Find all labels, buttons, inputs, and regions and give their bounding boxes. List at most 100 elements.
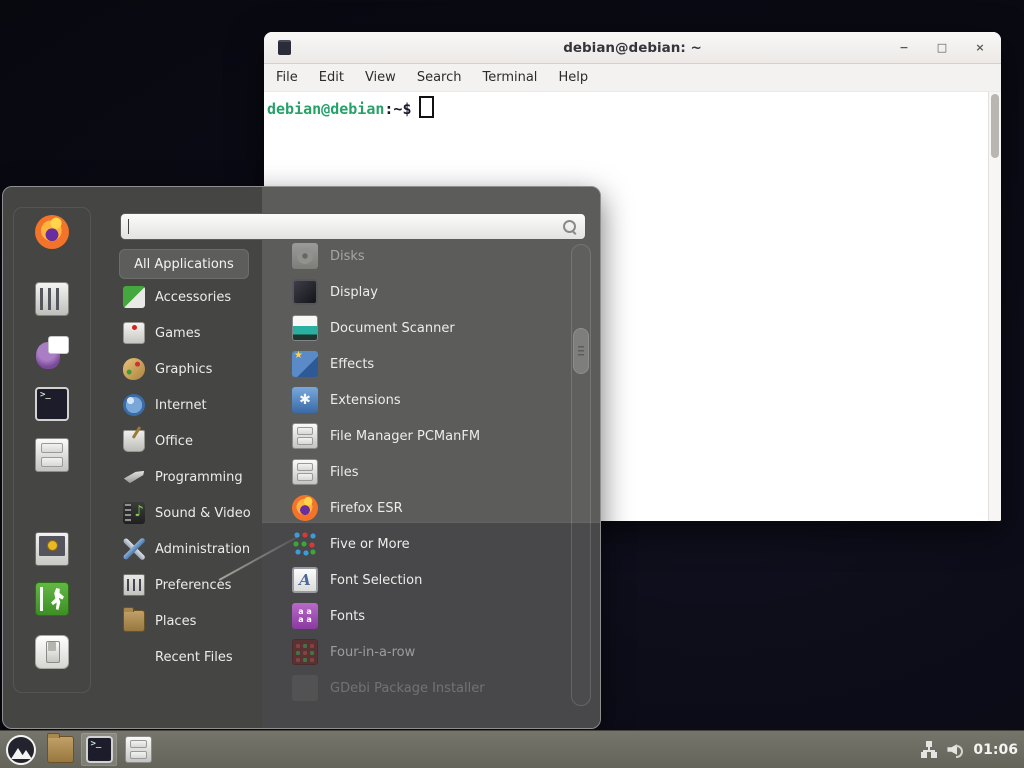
terminal-menu-edit[interactable]: Edit: [319, 70, 344, 85]
terminal-cursor: [419, 96, 434, 118]
app-font-selection[interactable]: Font Selection: [292, 562, 568, 598]
favorite-control-center[interactable]: [14, 282, 90, 316]
taskbar-files-launcher[interactable]: [120, 733, 156, 766]
favorite-files[interactable]: [14, 438, 90, 472]
disks-icon: [292, 243, 318, 269]
maximize-button[interactable]: □: [935, 41, 949, 55]
terminal-menu-help[interactable]: Help: [558, 70, 588, 85]
terminal-menu-view[interactable]: View: [365, 70, 396, 85]
window-buttons: − □ ×: [897, 32, 987, 63]
close-button[interactable]: ×: [973, 41, 987, 55]
terminal-scrollbar-thumb[interactable]: [991, 94, 999, 158]
network-icon[interactable]: [920, 741, 938, 758]
menu-scrollbar-thumb[interactable]: [573, 328, 589, 374]
four-in-a-row-icon: [292, 639, 318, 665]
terminal-menu-file[interactable]: File: [276, 70, 298, 85]
favorite-terminal[interactable]: [14, 387, 90, 421]
app-extensions[interactable]: Extensions: [292, 382, 568, 418]
terminal-menu-search[interactable]: Search: [417, 70, 462, 85]
shut-down-icon: [35, 635, 69, 669]
app-gdebi[interactable]: GDebi Package Installer: [292, 670, 568, 706]
volume-icon[interactable]: [947, 742, 964, 757]
app-label: Display: [330, 285, 378, 300]
app-label: Five or More: [330, 537, 410, 552]
search-input[interactable]: [129, 219, 563, 234]
category-programming[interactable]: Programming: [119, 459, 265, 495]
category-accessories[interactable]: Accessories: [119, 279, 265, 315]
prompt-user-host: debian@debian: [267, 100, 384, 118]
accessories-icon: [123, 286, 145, 308]
five-or-more-icon: [292, 531, 318, 557]
terminal-dark-icon: [86, 736, 113, 763]
category-games[interactable]: Games: [119, 315, 265, 351]
category-internet[interactable]: Internet: [119, 387, 265, 423]
favorite-pidgin[interactable]: [14, 335, 90, 369]
filter-all-applications[interactable]: All Applications: [119, 249, 249, 279]
programming-icon: [123, 466, 145, 488]
category-label: Office: [155, 434, 193, 449]
graphics-icon: [123, 358, 145, 380]
filter-label: All Applications: [134, 257, 234, 272]
category-label: Administration: [155, 542, 250, 557]
app-list: Disks Display Document ScannerEffects Exten…: [292, 238, 568, 706]
file-cabinet-icon: [292, 459, 318, 485]
app-file-manager[interactable]: File Manager PCManFM: [292, 418, 568, 454]
app-label: Extensions: [330, 393, 401, 408]
terminal-dark-icon: [35, 387, 69, 421]
internet-icon: [123, 394, 145, 416]
taskbar-launchers: [0, 733, 156, 766]
app-label: GDebi Package Installer: [330, 681, 485, 696]
app-label: Disks: [330, 249, 365, 264]
app-four-in-a-row[interactable]: Four-in-a-row: [292, 634, 568, 670]
terminal-scrollbar[interactable]: [988, 92, 1001, 521]
app-files[interactable]: Files: [292, 454, 568, 490]
lock-screen-icon: [35, 532, 69, 566]
app-disks[interactable]: Disks: [292, 238, 568, 274]
taskbar-file-manager-launcher[interactable]: [42, 733, 78, 766]
category-label: Programming: [155, 470, 243, 485]
minimize-button[interactable]: −: [897, 41, 911, 55]
terminal-menu-terminal[interactable]: Terminal: [482, 70, 537, 85]
app-five-or-more[interactable]: Five or More: [292, 526, 568, 562]
terminal-menubar: File Edit View Search Terminal Help: [264, 64, 1001, 92]
gdebi-icon: [292, 675, 318, 701]
category-places[interactable]: Places: [119, 603, 265, 639]
app-firefox-esr[interactable]: Firefox ESR: [292, 490, 568, 526]
terminal-title: debian@debian: ~: [264, 40, 1001, 56]
favorite-log-out[interactable]: [14, 582, 90, 616]
desktop: debian@debian: ~ − □ × File Edit View Searc…: [0, 0, 1024, 768]
administration-icon: [123, 538, 145, 560]
favorite-firefox[interactable]: [14, 215, 90, 249]
app-display[interactable]: Display: [292, 274, 568, 310]
category-administration[interactable]: Administration: [119, 531, 265, 567]
terminal-titlebar[interactable]: debian@debian: ~ − □ ×: [264, 32, 1001, 64]
category-sound-video[interactable]: Sound & Video: [119, 495, 265, 531]
category-office[interactable]: Office: [119, 423, 265, 459]
menu-scrollbar-track[interactable]: [571, 244, 591, 706]
file-cabinet-icon: [125, 736, 152, 763]
search-box: [120, 213, 586, 240]
category-label: Internet: [155, 398, 207, 413]
category-label: Places: [155, 614, 196, 629]
category-label: Recent Files: [155, 650, 233, 665]
app-label: Four-in-a-row: [330, 645, 415, 660]
taskbar-terminal-launcher[interactable]: [81, 733, 117, 766]
document-scanner-icon: [292, 315, 318, 341]
taskbar-tray: 01:06: [920, 741, 1024, 758]
app-fonts[interactable]: Fonts: [292, 598, 568, 634]
taskbar-menu-button[interactable]: [3, 733, 39, 766]
terminal-window-icon: [278, 40, 291, 55]
control-center-icon: [35, 282, 69, 316]
sound-video-icon: [123, 502, 145, 524]
category-preferences[interactable]: Preferences: [119, 567, 265, 603]
app-document-scanner[interactable]: Document Scanner: [292, 310, 568, 346]
favorite-lock-screen[interactable]: [14, 532, 90, 566]
favorite-shut-down[interactable]: [14, 635, 90, 669]
app-label: Files: [330, 465, 359, 480]
firefox-icon: [292, 495, 318, 521]
category-recent-files[interactable]: Recent Files: [119, 639, 265, 675]
app-effects[interactable]: Effects: [292, 346, 568, 382]
category-graphics[interactable]: Graphics: [119, 351, 265, 387]
preferences-icon: [123, 574, 145, 596]
effects-icon: [292, 351, 318, 377]
